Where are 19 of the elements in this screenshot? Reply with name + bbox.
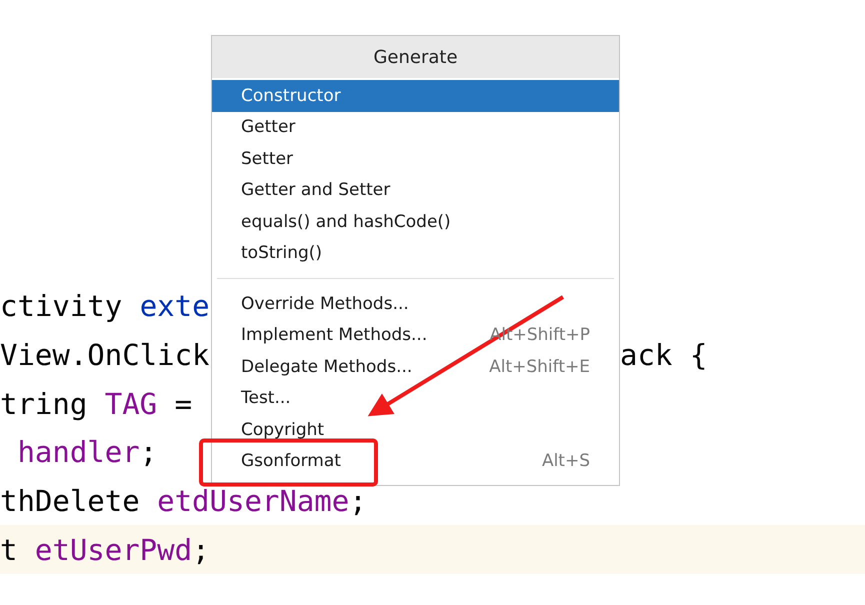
menu-item[interactable]: Delegate Methods... Alt+Shift+E — [212, 351, 619, 382]
code-text: t etUserPwd; — [0, 532, 210, 567]
code-text: handler; — [16, 435, 158, 470]
menu-item[interactable]: equals() and hashCode() — [212, 206, 619, 238]
menu-item[interactable]: Override Methods... — [212, 288, 619, 320]
menu-item[interactable]: toString() — [212, 238, 619, 269]
code-text: View.OnClick — [0, 338, 210, 372]
popup-title: Generate — [212, 36, 619, 78]
code-text: ack { — [620, 338, 708, 372]
code-text: ctivity exte — [0, 289, 210, 324]
menu-item[interactable]: Gsonformat Alt+S — [212, 446, 619, 477]
menu-item[interactable]: Constructor — [212, 80, 619, 112]
menu-item[interactable]: Setter — [212, 143, 619, 174]
code-text: thDelete etdUserName; — [0, 484, 367, 518]
menu-item[interactable]: Copyright — [212, 414, 619, 446]
menu-item[interactable]: Getter — [212, 112, 619, 143]
menu-item[interactable]: Test... — [212, 382, 619, 414]
code-text: tring TAG = — [0, 386, 192, 421]
menu-item[interactable]: Getter and Setter — [212, 174, 619, 206]
